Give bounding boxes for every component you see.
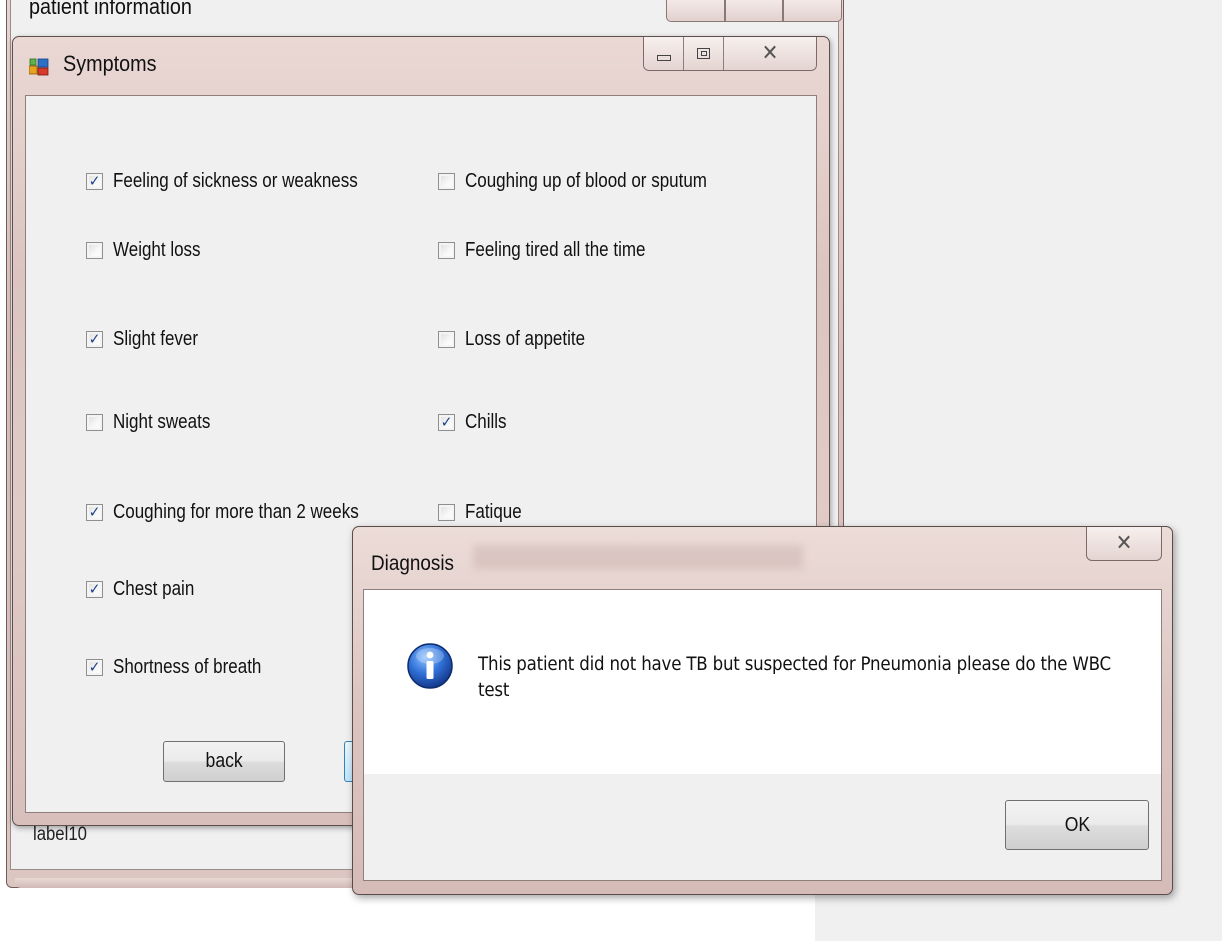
maximize-icon [697, 48, 710, 59]
message-area: This patient did not have TB but suspect… [364, 590, 1161, 774]
checkbox-label: Night sweats [113, 411, 211, 433]
checkbox-label: Fatique [465, 501, 522, 523]
symptoms-titlebar[interactable]: Symptoms ✕ [13, 37, 829, 95]
checkbox-box[interactable]: ✓ [86, 504, 103, 521]
close-icon: ✕ [761, 41, 779, 66]
checkbox-shortness-of-breath[interactable]: ✓ Shortness of breath [86, 656, 288, 679]
checkbox-label: Feeling of sickness or weakness [113, 170, 358, 192]
ok-button-label: OK [1064, 813, 1090, 836]
bg-maximize-button[interactable] [724, 0, 784, 22]
maximize-button[interactable] [684, 37, 724, 70]
checkbox-label: Coughing for more than 2 weeks [113, 501, 359, 523]
ok-button[interactable]: OK [1005, 800, 1149, 850]
checkbox-label: Coughing up of blood or sputum [465, 170, 707, 192]
info-icon [407, 643, 453, 689]
checkbox-chills[interactable]: ✓ Chills [438, 411, 514, 434]
checkbox-loss-of-appetite[interactable]: Loss of appetite [438, 328, 606, 351]
checkbox-coughing-up-blood[interactable]: Coughing up of blood or sputum [438, 170, 750, 193]
checkbox-night-sweats[interactable]: Night sweats [86, 411, 228, 434]
dialog-close-button[interactable]: ✕ [1086, 527, 1162, 561]
checkbox-label: Chest pain [113, 578, 195, 600]
back-button[interactable]: back [163, 741, 285, 782]
checkbox-label: Slight fever [113, 328, 199, 350]
checkbox-label: Shortness of breath [113, 656, 262, 678]
checkbox-weight-loss[interactable]: Weight loss [86, 239, 216, 262]
patient-information-window-controls[interactable] [666, 0, 843, 22]
close-icon: ✕ [1115, 531, 1133, 556]
patient-information-title: patient information [29, 0, 192, 19]
checkbox-box[interactable] [438, 504, 455, 521]
checkbox-chest-pain[interactable]: ✓ Chest pain [86, 578, 209, 601]
checkbox-box[interactable]: ✓ [86, 331, 103, 348]
checkbox-feeling-of-sickness[interactable]: ✓ Feeling of sickness or weakness [86, 170, 401, 193]
checkbox-slight-fever[interactable]: ✓ Slight fever [86, 328, 213, 351]
checkbox-box[interactable] [86, 242, 103, 259]
symptoms-title: Symptoms [63, 51, 157, 76]
titlebar-reflection [473, 545, 803, 569]
diagnosis-title: Diagnosis [371, 552, 454, 575]
minimize-button[interactable] [644, 37, 684, 70]
minimize-icon [656, 54, 671, 61]
bg-close-button[interactable] [783, 0, 843, 22]
checkbox-label: Weight loss [113, 239, 201, 261]
checkbox-label: Feeling tired all the time [465, 239, 646, 261]
diagnosis-message: This patient did not have TB but suspect… [478, 654, 1111, 701]
diagnosis-dialog: Diagnosis ✕ This patient did not have TB… [352, 526, 1173, 895]
checkbox-box[interactable] [438, 331, 455, 348]
checkbox-box[interactable]: ✓ [86, 659, 103, 676]
bg-minimize-button[interactable] [666, 0, 725, 22]
checkbox-label: Loss of appetite [465, 328, 586, 350]
checkbox-feeling-tired[interactable]: Feeling tired all the time [438, 239, 677, 262]
checkbox-box[interactable] [438, 242, 455, 259]
checkbox-fatique[interactable]: Fatique [438, 501, 532, 524]
label10: label10 [33, 824, 87, 845]
symptoms-window-controls: ✕ [643, 37, 817, 71]
checkbox-box[interactable]: ✓ [86, 581, 103, 598]
checkbox-box[interactable]: ✓ [86, 173, 103, 190]
checkbox-coughing-2-weeks[interactable]: ✓ Coughing for more than 2 weeks [86, 501, 402, 524]
checkbox-box[interactable] [86, 414, 103, 431]
checkbox-box[interactable] [438, 173, 455, 190]
diagnosis-client-area: This patient did not have TB but suspect… [363, 589, 1162, 881]
checkbox-box[interactable]: ✓ [438, 414, 455, 431]
back-button-label: back [205, 750, 243, 772]
close-button[interactable]: ✕ [724, 37, 816, 70]
checkbox-label: Chills [465, 411, 507, 433]
app-icon [29, 58, 49, 76]
